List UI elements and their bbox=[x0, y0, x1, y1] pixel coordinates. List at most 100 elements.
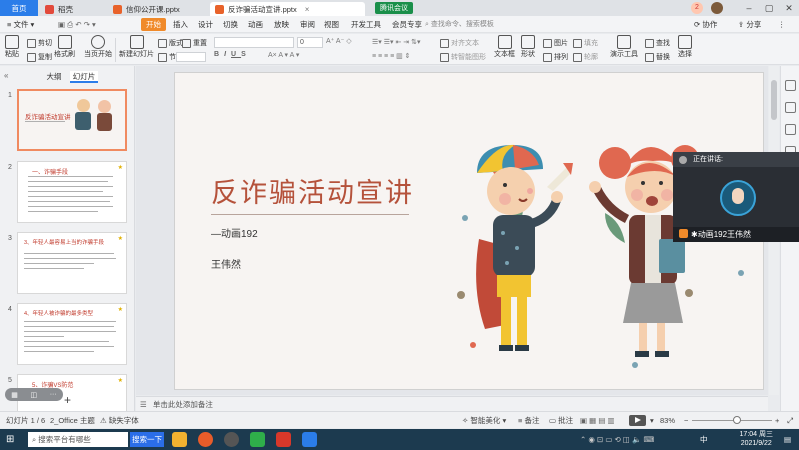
section-button[interactable]: 节 bbox=[158, 52, 176, 62]
textbox-button[interactable]: 文本框 bbox=[494, 35, 515, 59]
slideshow-dropdown[interactable]: ▾ bbox=[650, 412, 654, 429]
notes-toggle[interactable]: ≡ 备注 bbox=[518, 412, 539, 429]
tab-home[interactable]: 首页 bbox=[0, 0, 38, 16]
more-icon[interactable]: ··· bbox=[50, 391, 57, 398]
align-buttons[interactable]: ≡ ≡ ≡ ≡ ▥ ⇕ bbox=[372, 52, 411, 60]
arrange-button[interactable]: 排列 bbox=[543, 52, 568, 62]
pen-icon[interactable] bbox=[785, 102, 796, 113]
grid-icon[interactable]: ▦ bbox=[11, 391, 18, 399]
add-slide-button[interactable]: + bbox=[64, 393, 71, 407]
outline-button[interactable]: 轮廓 bbox=[573, 52, 598, 62]
play-slideshow-button[interactable] bbox=[629, 415, 646, 426]
find-button[interactable]: 查找 bbox=[645, 38, 670, 48]
slide-thumbnail-4[interactable]: ★ 4、年轻人被诈骗的最多类型 bbox=[17, 303, 127, 365]
baidu-search-button[interactable]: 搜索一下 bbox=[130, 432, 164, 447]
meeting-app-icon[interactable] bbox=[302, 432, 317, 447]
share-button[interactable]: ⇪ 分享 bbox=[738, 18, 761, 31]
slide-thumbnail-1[interactable]: 反诈骗活动宣讲 bbox=[17, 89, 127, 151]
input-language[interactable]: 中 bbox=[700, 432, 708, 447]
layers-icon[interactable]: ◫ bbox=[30, 391, 37, 399]
layout-button[interactable]: 版式 bbox=[158, 38, 183, 48]
cut-button[interactable]: 剪切 bbox=[27, 38, 52, 48]
slide-thumbnail-2[interactable]: ★ 一、诈骗手段 bbox=[17, 161, 127, 223]
reset-button[interactable]: 重置 bbox=[182, 38, 207, 48]
menu-slideshow[interactable]: 放映 bbox=[271, 18, 292, 31]
slide-title[interactable]: 反诈骗活动宣讲 bbox=[211, 171, 414, 210]
new-slide-button[interactable]: 新建幻灯片 bbox=[119, 35, 154, 59]
slide-thumbnail-3[interactable]: ★ 3、年轻人最容易上当的诈骗手段 bbox=[17, 232, 127, 294]
tab-outline[interactable]: 大纲 bbox=[40, 71, 68, 83]
font-size-select[interactable]: 0 bbox=[297, 37, 323, 48]
menu-animation[interactable]: 动画 bbox=[245, 18, 266, 31]
close-icon[interactable]: ✕ bbox=[779, 0, 799, 16]
tab-file-2[interactable]: 反诈骗活动宣讲.pptx × bbox=[210, 2, 365, 16]
menu-start[interactable]: 开始 bbox=[141, 18, 166, 31]
play-from-current-button[interactable]: 当页开始 bbox=[84, 35, 112, 59]
file-explorer-icon[interactable] bbox=[172, 432, 187, 447]
windows-start-icon[interactable]: ⊞ bbox=[6, 432, 14, 447]
picture-button[interactable]: 图片 bbox=[543, 38, 568, 48]
menu-design[interactable]: 设计 bbox=[195, 18, 216, 31]
system-tray[interactable]: ⌃ ◉ ⊡ ▭ ⟲ ◫ 🔈 ⌨ bbox=[580, 432, 654, 447]
copy-button[interactable]: 复制 bbox=[27, 52, 52, 62]
smart-beautify-button[interactable]: ✧ 智能美化 ▾ bbox=[462, 412, 506, 429]
smartart-button[interactable]: 转智能图形 bbox=[440, 52, 486, 62]
zoom-slider-handle[interactable] bbox=[733, 416, 741, 424]
menu-file[interactable]: ≡ 文件 ▾ bbox=[4, 18, 37, 31]
menu-review[interactable]: 审阅 bbox=[297, 18, 318, 31]
adjust-icon[interactable] bbox=[785, 80, 796, 91]
maximize-icon[interactable]: ▢ bbox=[759, 0, 779, 16]
theme-name[interactable]: 2_Office 主题 bbox=[50, 412, 95, 429]
fill-button[interactable]: 填充 bbox=[573, 38, 598, 48]
meeting-indicator[interactable]: 腾讯会议 bbox=[375, 2, 413, 14]
menu-developer[interactable]: 开发工具 bbox=[348, 18, 384, 31]
quick-access-icons[interactable]: ▣ ⎙ ↶ ↷ ▾ bbox=[55, 18, 99, 31]
tab-slides[interactable]: 幻灯片 bbox=[70, 71, 98, 83]
command-search[interactable]: ⌕ 查找命令、搜索模板 bbox=[425, 18, 515, 31]
list-buttons[interactable]: ☰▾ ☰▾ ⇤ ⇥ ⇅▾ bbox=[372, 38, 420, 46]
media-player-icon[interactable] bbox=[224, 432, 239, 447]
menu-transition[interactable]: 切换 bbox=[220, 18, 241, 31]
shapes-icon[interactable] bbox=[785, 124, 796, 135]
more-icon[interactable]: ⋮ bbox=[778, 18, 786, 31]
browser-icon[interactable] bbox=[198, 432, 213, 447]
fit-window-icon[interactable]: ⤢ bbox=[787, 412, 793, 429]
wechat-icon[interactable] bbox=[250, 432, 265, 447]
replace-button[interactable]: 替换 bbox=[645, 52, 670, 62]
format-painter-button[interactable]: 格式刷 bbox=[54, 35, 75, 59]
paste-button[interactable]: 粘贴 bbox=[5, 35, 19, 59]
view-buttons[interactable]: ▣ ▦ ▤ ▥ bbox=[580, 412, 615, 429]
zoom-out-icon[interactable]: − bbox=[684, 412, 688, 429]
font-size-buttons[interactable]: A⁺ A⁻ ◇ bbox=[326, 37, 352, 45]
notification-icon[interactable]: ▤ bbox=[784, 432, 791, 447]
taskbar-search[interactable]: ⌕ 搜索平台有哪些 bbox=[28, 432, 128, 447]
comments-toggle[interactable]: ▭ 批注 bbox=[549, 412, 573, 429]
menu-view[interactable]: 视图 bbox=[321, 18, 342, 31]
text-format-buttons[interactable]: BIUS bbox=[214, 51, 251, 58]
select-button[interactable]: 选择 bbox=[678, 35, 692, 59]
text-effects-buttons[interactable]: A× A ▾ A ▾ bbox=[268, 51, 299, 59]
tab-docer[interactable]: 稻壳 bbox=[40, 2, 78, 16]
minimize-icon[interactable]: – bbox=[739, 0, 759, 16]
clock[interactable]: 17:04 周三 2021/9/22 bbox=[740, 430, 773, 448]
zoom-slider[interactable] bbox=[692, 420, 772, 421]
avatar[interactable] bbox=[711, 2, 723, 14]
font-family-select[interactable] bbox=[214, 37, 294, 48]
slide-author[interactable]: 王伟然 bbox=[211, 256, 241, 271]
menu-member[interactable]: 会员专享 bbox=[389, 18, 425, 31]
notes-pane[interactable]: ☰ 单击此处添加备注 bbox=[136, 396, 768, 411]
shape-button[interactable]: 形状 bbox=[521, 35, 535, 59]
wps-icon[interactable] bbox=[276, 432, 291, 447]
collab-button[interactable]: ⟳ 协作 bbox=[694, 18, 717, 31]
floating-toolbar[interactable]: ▦ ◫ ··· bbox=[5, 388, 63, 401]
zoom-value[interactable]: 83% bbox=[660, 412, 675, 429]
zoom-in-icon[interactable]: + bbox=[775, 412, 779, 429]
menu-insert[interactable]: 插入 bbox=[170, 18, 191, 31]
close-tab-icon[interactable]: × bbox=[305, 5, 310, 14]
collapse-panel-icon[interactable]: « bbox=[4, 71, 8, 80]
align-objects-button[interactable]: 对齐文本 bbox=[440, 38, 479, 48]
tab-file-1[interactable]: 信仰公开课.pptx bbox=[108, 2, 185, 16]
style-picker[interactable] bbox=[176, 52, 206, 62]
presentation-tools-button[interactable]: 演示工具 bbox=[610, 35, 638, 59]
missing-font-button[interactable]: ⚠ 缺失字体 bbox=[100, 412, 139, 429]
